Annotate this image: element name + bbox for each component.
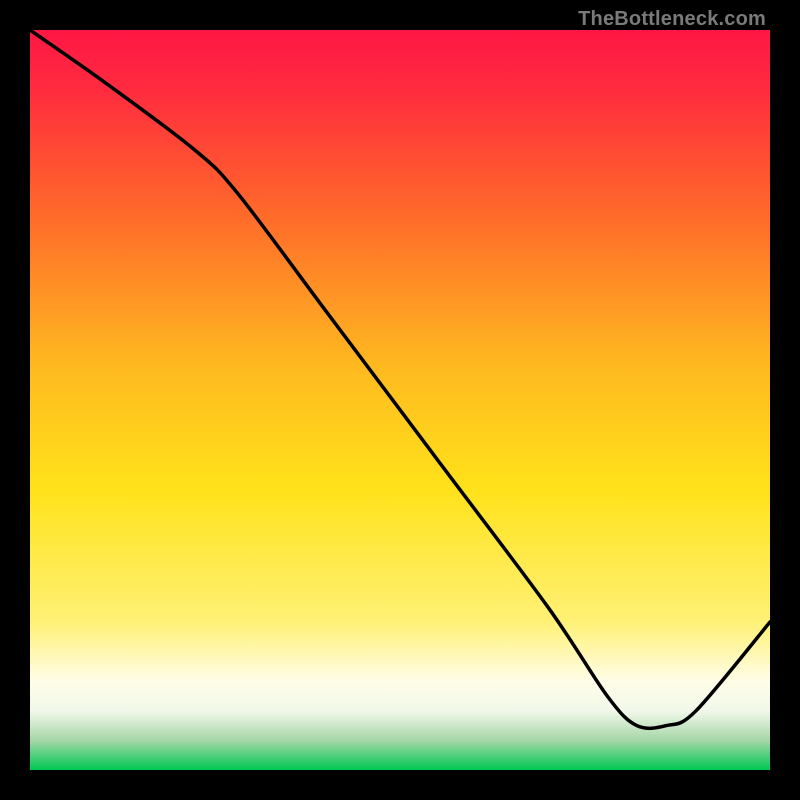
chart-frame (30, 30, 770, 770)
chart-svg (30, 30, 770, 770)
chart-background (30, 30, 770, 770)
watermark-text: TheBottleneck.com (578, 8, 766, 31)
